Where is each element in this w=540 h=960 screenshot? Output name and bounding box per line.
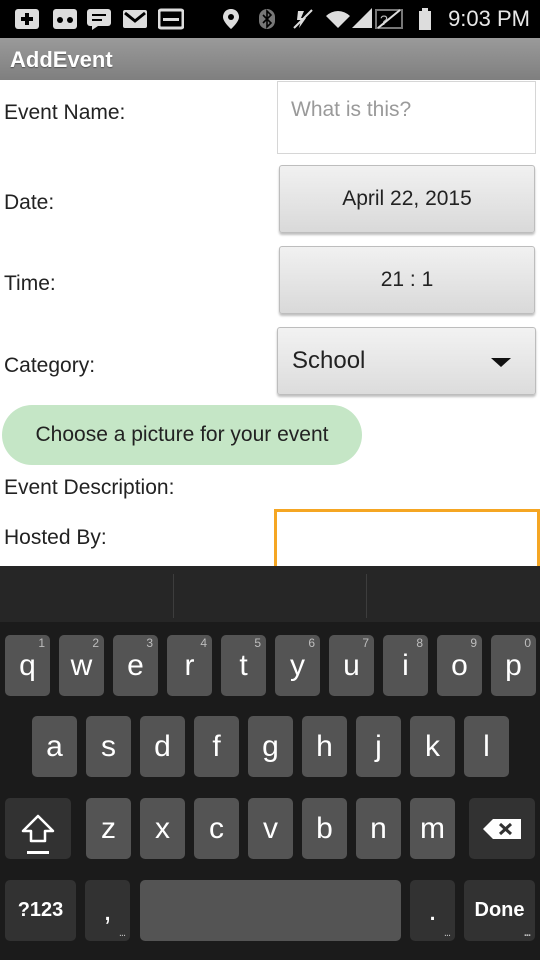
bluetooth-icon	[258, 8, 276, 30]
add-icon	[14, 8, 40, 30]
key-j[interactable]: j	[356, 716, 401, 777]
backspace-icon	[483, 818, 521, 839]
key-p[interactable]: p0	[491, 635, 536, 696]
key-l[interactable]: l	[464, 716, 509, 777]
key-d[interactable]: d	[140, 716, 185, 777]
location-icon	[222, 8, 240, 30]
key-e[interactable]: e3	[113, 635, 158, 696]
key-hint: ...	[118, 927, 126, 939]
key-label: Done	[474, 899, 525, 921]
signal-icon: ?	[350, 8, 406, 30]
shift-key[interactable]	[5, 798, 71, 859]
soft-keyboard: q1 w2 e3 r4 t5 y6 u7 i8 o9 p0 a s d f g …	[0, 566, 540, 960]
key-c[interactable]: c	[194, 798, 239, 859]
key-hint: 1	[38, 636, 45, 650]
message-icon	[86, 8, 112, 30]
suggestion-divider	[366, 574, 367, 618]
hosted-by-input[interactable]	[274, 509, 540, 573]
suggestion-divider	[173, 574, 174, 618]
period-key[interactable]: . ...	[410, 880, 455, 941]
key-r[interactable]: r4	[167, 635, 212, 696]
event-description-label: Event Description:	[4, 476, 175, 499]
key-label: i	[402, 648, 409, 682]
key-hint: 7	[362, 636, 369, 650]
symbols-key[interactable]: ?123	[5, 880, 76, 941]
key-label: y	[290, 648, 305, 682]
key-label: e	[127, 648, 144, 682]
key-v[interactable]: v	[248, 798, 293, 859]
key-hint: 0	[524, 636, 531, 650]
key-u[interactable]: u7	[329, 635, 374, 696]
dropdown-arrow-icon	[491, 358, 511, 367]
choose-picture-button[interactable]: Choose a picture for your event	[2, 405, 362, 465]
key-s[interactable]: s	[86, 716, 131, 777]
key-label: u	[343, 648, 360, 682]
spacebar-key[interactable]	[140, 880, 401, 941]
category-label: Category:	[4, 354, 96, 377]
key-label: r	[184, 648, 195, 682]
email-icon	[158, 8, 184, 30]
date-button[interactable]: April 22, 2015	[279, 165, 535, 233]
key-label: p	[505, 648, 522, 682]
shift-icon	[21, 814, 55, 842]
backspace-key[interactable]	[469, 798, 535, 859]
action-bar: AddEvent	[0, 38, 540, 80]
date-label: Date:	[4, 191, 55, 214]
key-q[interactable]: q1	[5, 635, 50, 696]
status-time: 9:03 PM	[448, 6, 530, 31]
key-k[interactable]: k	[410, 716, 455, 777]
key-label: o	[451, 648, 468, 682]
key-i[interactable]: i8	[383, 635, 428, 696]
time-button[interactable]: 21 : 1	[279, 246, 535, 314]
key-hint: ...	[523, 927, 531, 939]
key-a[interactable]: a	[32, 716, 77, 777]
key-m[interactable]: m	[410, 798, 455, 859]
key-hint: 4	[200, 636, 207, 650]
key-label: q	[19, 648, 36, 682]
hosted-by-label: Hosted By:	[4, 526, 107, 549]
key-label: t	[239, 648, 248, 682]
key-hint: 3	[146, 636, 153, 650]
event-name-input[interactable]: What is this?	[277, 81, 536, 154]
key-o[interactable]: o9	[437, 635, 482, 696]
category-selected: School	[292, 347, 366, 374]
key-n[interactable]: n	[356, 798, 401, 859]
event-name-label: Event Name:	[4, 101, 126, 124]
time-label: Time:	[4, 272, 56, 295]
key-hint: 2	[92, 636, 99, 650]
status-bar: ? 9:03 PM	[0, 0, 540, 38]
shift-indicator	[27, 851, 49, 854]
gmail-icon	[122, 8, 148, 30]
comma-key[interactable]: , ...	[85, 880, 130, 941]
key-f[interactable]: f	[194, 716, 239, 777]
key-label: w	[70, 648, 93, 682]
key-hint: ...	[443, 927, 451, 939]
key-w[interactable]: w2	[59, 635, 104, 696]
mute-icon	[292, 8, 314, 30]
key-z[interactable]: z	[86, 798, 131, 859]
battery-icon	[418, 8, 432, 30]
key-b[interactable]: b	[302, 798, 347, 859]
key-x[interactable]: x	[140, 798, 185, 859]
key-label: .	[428, 893, 437, 927]
key-y[interactable]: y6	[275, 635, 320, 696]
key-hint: 9	[470, 636, 477, 650]
done-key[interactable]: Done ...	[464, 880, 535, 941]
category-dropdown[interactable]: School	[277, 327, 536, 395]
key-h[interactable]: h	[302, 716, 347, 777]
suggestion-strip	[0, 566, 540, 622]
event-name-placeholder: What is this?	[291, 98, 412, 121]
wifi-icon	[324, 8, 352, 30]
key-hint: 8	[416, 636, 423, 650]
app-title: AddEvent	[10, 47, 113, 72]
voicemail-icon	[52, 8, 78, 30]
key-hint: 5	[254, 636, 261, 650]
key-t[interactable]: t5	[221, 635, 266, 696]
key-hint: 6	[308, 636, 315, 650]
key-g[interactable]: g	[248, 716, 293, 777]
key-label: ,	[103, 893, 112, 927]
